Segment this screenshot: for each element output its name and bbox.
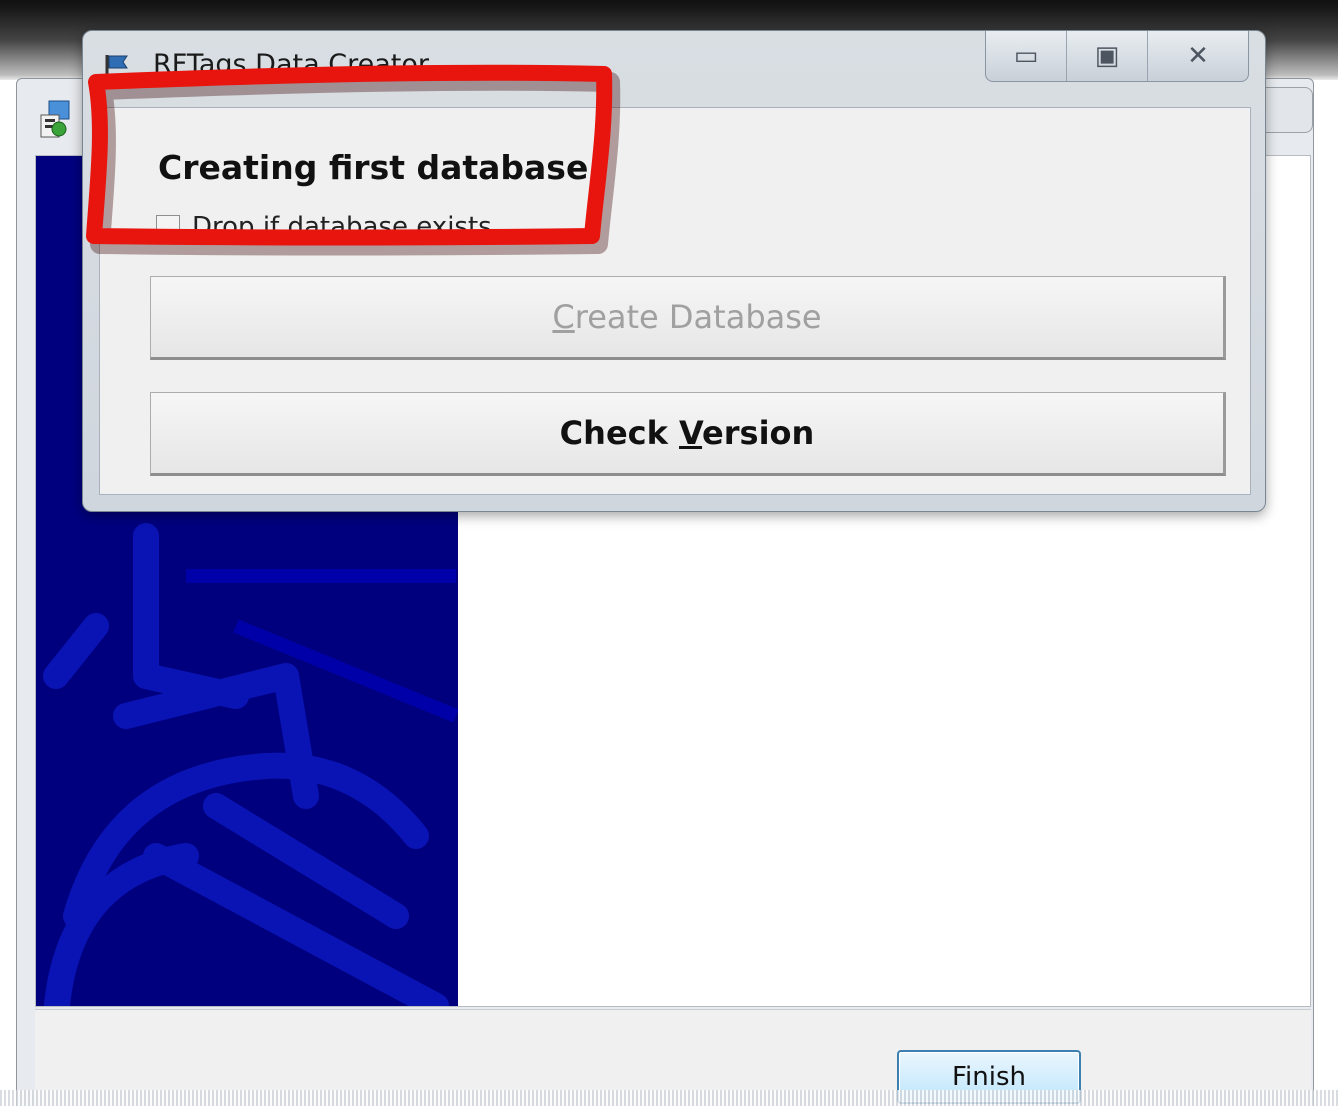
flag-icon: [103, 53, 131, 79]
screen: Finish RFTags Data Creator ▭ ▣ ✕ Creatin…: [0, 0, 1338, 1106]
drop-if-exists-option[interactable]: Drop if database exists: [156, 212, 492, 242]
rftags-dialog: RFTags Data Creator ▭ ▣ ✕ Creating first…: [82, 30, 1266, 512]
create-database-label: reate Database: [574, 298, 822, 336]
caption-buttons: ▭ ▣ ✕: [985, 31, 1249, 82]
setup-app-icon: [37, 99, 73, 141]
minimize-button[interactable]: ▭: [986, 31, 1067, 81]
check-version-prefix: Check: [559, 414, 680, 452]
create-database-mnemonic: C: [552, 298, 575, 336]
maximize-icon: ▣: [1094, 41, 1120, 71]
drop-if-exists-label: Drop if database exists: [192, 212, 492, 242]
bottom-dotted-edge: [0, 1090, 1338, 1106]
create-database-button[interactable]: Create Database: [150, 276, 1226, 360]
drop-if-exists-checkbox[interactable]: [156, 215, 180, 239]
check-version-mnemonic: V: [679, 414, 703, 452]
dialog-client-area: Creating first database Drop if database…: [99, 107, 1251, 495]
check-version-button[interactable]: Check Version: [150, 392, 1226, 476]
maximize-button[interactable]: ▣: [1067, 31, 1148, 81]
close-button[interactable]: ✕: [1148, 31, 1248, 81]
dialog-title: RFTags Data Creator: [153, 49, 429, 80]
check-version-label: ersion: [702, 414, 815, 452]
dialog-heading: Creating first database: [158, 148, 589, 187]
minimize-icon: ▭: [1013, 41, 1039, 71]
close-icon: ✕: [1187, 41, 1209, 71]
